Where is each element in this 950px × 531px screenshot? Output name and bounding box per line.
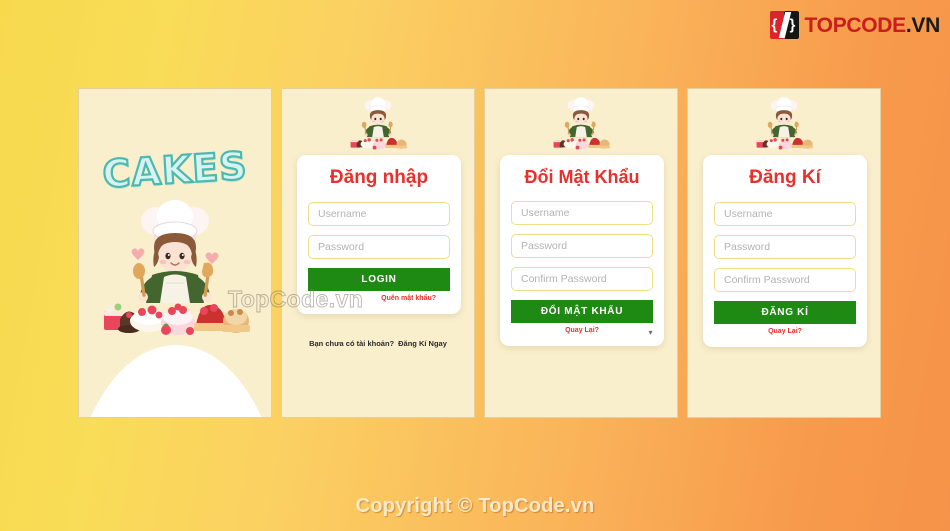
screen-panels-row: CAKES Đăng nhập Username LOGIN Quên mật …: [78, 88, 881, 418]
brand-wordmark-code: .VN: [905, 13, 940, 37]
panel-login-chef-icon: [343, 97, 413, 153]
signup-password-input[interactable]: [714, 234, 856, 259]
signup-back-link[interactable]: Quay Lại?: [714, 328, 856, 335]
cakes-logo-text: CAKES: [100, 143, 250, 198]
change-password-submit-button[interactable]: ĐỔI MẬT KHẨU: [511, 299, 653, 323]
change-password-confirm-input[interactable]: [511, 266, 653, 291]
change-password-back-link[interactable]: Quay Lại?: [511, 327, 653, 334]
topcode-logo-mark-icon: { }: [769, 11, 800, 39]
change-password-password-input[interactable]: [511, 233, 653, 258]
chevron-down-icon: ▾: [648, 327, 653, 337]
panel-splash: CAKES: [78, 88, 272, 418]
login-signup-prompt: Bạn chưa có tài khoản? Đăng Kí Ngay: [282, 339, 474, 348]
login-form-card: Đăng nhập LOGIN Quên mật khẩu?: [297, 155, 461, 314]
signup-form-card: Đăng Kí ĐĂNG KÍ Quay Lại?: [703, 155, 867, 347]
chef-icon-svg: [756, 97, 813, 150]
login-username-input[interactable]: [308, 201, 450, 226]
panel-signup: Đăng Kí ĐĂNG KÍ Quay Lại?: [687, 88, 881, 418]
panel-change-password: Đổi Mật Khẩu ĐỔI MẬT KHẨU Quay Lại? ▾: [484, 88, 678, 418]
signup-username-input[interactable]: [714, 201, 856, 226]
login-submit-button[interactable]: LOGIN: [308, 267, 450, 291]
chef-icon-svg: [553, 97, 610, 150]
panel-change-password-chef-icon: [546, 97, 616, 153]
splash-bottom-curve: [79, 345, 271, 417]
chef-cakes-svg: [104, 200, 250, 335]
forgot-password-link[interactable]: Quên mật khẩu?: [308, 295, 450, 302]
signup-submit-button[interactable]: ĐĂNG KÍ: [714, 300, 856, 324]
chef-icon-svg: [350, 97, 407, 150]
change-password-username-input[interactable]: [511, 200, 653, 225]
chef-cakes-illustration: [100, 199, 250, 344]
change-password-title: Đổi Mật Khẩu: [524, 167, 640, 187]
panel-signup-chef-icon: [749, 97, 819, 153]
login-signup-question: Bạn chưa có tài khoản?: [309, 339, 395, 348]
change-password-form-card: Đổi Mật Khẩu ĐỔI MẬT KHẨU Quay Lại? ▾: [500, 155, 664, 346]
panel-login: Đăng nhập LOGIN Quên mật khẩu? Bạn chưa …: [281, 88, 475, 418]
topcode-logo: { } TOPCODE.VN: [769, 11, 941, 39]
brand-wordmark-top: TOPCODE: [804, 13, 907, 37]
login-title: Đăng nhập: [329, 167, 429, 188]
logo-brace-left: {: [771, 16, 778, 34]
brand-wordmark: TOPCODE.VN: [804, 13, 941, 37]
login-signup-link[interactable]: Đăng Kí Ngay: [398, 339, 447, 348]
signup-confirm-input[interactable]: [714, 267, 856, 292]
signup-title: Đăng Kí: [749, 167, 821, 188]
footer-copyright: Copyright © TopCode.vn: [355, 495, 595, 517]
login-password-input[interactable]: [308, 234, 450, 259]
logo-brace-right: }: [789, 16, 796, 34]
